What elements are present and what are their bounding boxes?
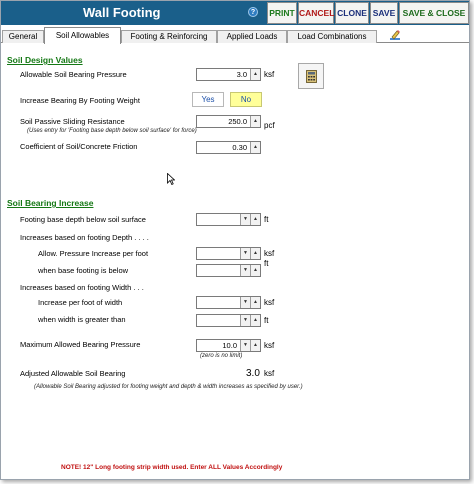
pressure-increase-unit: ksf [264,249,275,258]
base-depth-label: Footing base depth below soil surface [20,215,146,224]
increase-per-width-value [197,297,240,308]
print-button[interactable]: PRINT [267,2,297,24]
help-icon[interactable]: ? [248,7,258,17]
passive-resistance-label: Soil Passive Sliding Resistance [20,117,125,126]
width-greater-label: when width is greater than [38,315,126,324]
no-toggle[interactable]: No [230,92,262,107]
increase-per-width-label: Increase per foot of width [38,298,123,307]
max-bearing-value: 10.0 [222,341,237,350]
max-bearing-label: Maximum Allowed Bearing Pressure [20,340,141,349]
allowable-bearing-unit: ksf [264,70,275,79]
base-below-input[interactable]: ▼ ▲ [196,264,261,277]
pressure-increase-value [197,248,240,259]
increase-per-width-input[interactable]: ▼ ▲ [196,296,261,309]
friction-coefficient-label: Coefficient of Soil/Concrete Friction [20,142,138,151]
increase-bearing-label: Increase Bearing By Footing Weight [20,96,140,105]
base-depth-input[interactable]: ▼ ▲ [196,213,261,226]
soil-design-values-heading: Soil Design Values [7,55,83,65]
base-below-unit: ft [264,259,269,268]
mouse-cursor-icon [167,173,175,185]
max-bearing-input[interactable]: 10.0 ▼ ▲ [196,339,261,352]
allowable-bearing-input[interactable]: 3.0 ▲ [196,68,261,81]
width-greater-input[interactable]: ▼ ▲ [196,314,261,327]
passive-resistance-unit: pcf [264,121,275,130]
save-close-button[interactable]: SAVE & CLOSE [399,2,469,24]
dropdown-arrow-icon[interactable]: ▼ [240,315,250,326]
spin-up-icon[interactable]: ▲ [250,116,260,127]
tab-soil-allowables[interactable]: Soil Allowables [44,27,121,44]
pencil-icon[interactable] [389,29,401,41]
allowable-bearing-value: 3.0 [236,70,247,79]
spin-up-icon[interactable]: ▲ [250,69,260,80]
width-greater-unit: ft [264,316,269,325]
dropdown-arrow-icon[interactable]: ▼ [240,297,250,308]
passive-resistance-value: 250.0 [228,117,247,126]
wall-footing-window: Wall Footing ? PRINT CANCEL CLONE SAVE S… [0,0,470,480]
pressure-increase-label: Allow. Pressure Increase per foot [38,249,149,258]
base-below-value [197,265,240,276]
calculator-icon [306,70,317,83]
depth-increases-label: Increases based on footing Depth . . . . [20,233,149,242]
allowable-bearing-label: Allowable Soil Bearing Pressure [20,70,127,79]
width-greater-value [197,315,240,326]
dropdown-arrow-icon[interactable]: ▼ [240,340,250,351]
dropdown-arrow-icon[interactable]: ▼ [240,248,250,259]
soil-bearing-increase-heading: Soil Bearing Increase [7,198,94,208]
base-below-label: when base footing is below [38,266,129,275]
adjusted-bearing-value: 3.0 [246,368,260,379]
title-bar: Wall Footing ? PRINT CANCEL CLONE SAVE S… [1,1,469,25]
base-depth-unit: ft [264,215,269,224]
footer-warning-note: NOTE! 12" Long footing strip width used.… [61,464,283,471]
increase-per-width-unit: ksf [264,298,275,307]
dropdown-arrow-icon[interactable]: ▼ [240,214,250,225]
adjusted-bearing-unit: ksf [264,369,275,378]
adjusted-bearing-note: (Allowable Soil Bearing adjusted for foo… [34,384,303,390]
dropdown-arrow-icon[interactable]: ▼ [240,265,250,276]
max-bearing-note: (zero is no limit) [200,353,243,359]
cancel-button[interactable]: CANCEL [298,2,334,24]
spin-up-icon[interactable]: ▲ [250,265,260,276]
yes-toggle[interactable]: Yes [192,92,224,107]
clone-button[interactable]: CLONE [335,2,369,24]
tab-load-combinations[interactable]: Load Combinations [287,30,377,43]
tab-bar: General Soil Allowables Footing & Reinfo… [1,27,469,44]
spin-up-icon[interactable]: ▲ [250,315,260,326]
window-title: Wall Footing [83,5,161,20]
friction-coefficient-input[interactable]: 0.30 ▲ [196,141,261,154]
base-depth-value [197,214,240,225]
spin-up-icon[interactable]: ▲ [250,248,260,259]
spin-up-icon[interactable]: ▲ [250,214,260,225]
passive-resistance-input[interactable]: 250.0 ▲ [196,115,261,128]
pressure-increase-input[interactable]: ▼ ▲ [196,247,261,260]
tab-general[interactable]: General [2,30,44,43]
spin-up-icon[interactable]: ▲ [250,297,260,308]
calculator-button[interactable] [298,63,324,89]
spin-up-icon[interactable]: ▲ [250,340,260,351]
tab-applied-loads[interactable]: Applied Loads [217,30,287,43]
friction-coefficient-value: 0.30 [232,143,247,152]
spin-up-icon[interactable]: ▲ [250,142,260,153]
width-increases-label: Increases based on footing Width . . . [20,283,144,292]
tab-footing-reinforcing[interactable]: Footing & Reinforcing [121,30,217,43]
adjusted-bearing-label: Adjusted Allowable Soil Bearing [20,369,126,378]
max-bearing-unit: ksf [264,341,275,350]
save-button[interactable]: SAVE [370,2,398,24]
passive-resistance-note: (Uses entry for 'Footing base depth belo… [27,128,197,134]
